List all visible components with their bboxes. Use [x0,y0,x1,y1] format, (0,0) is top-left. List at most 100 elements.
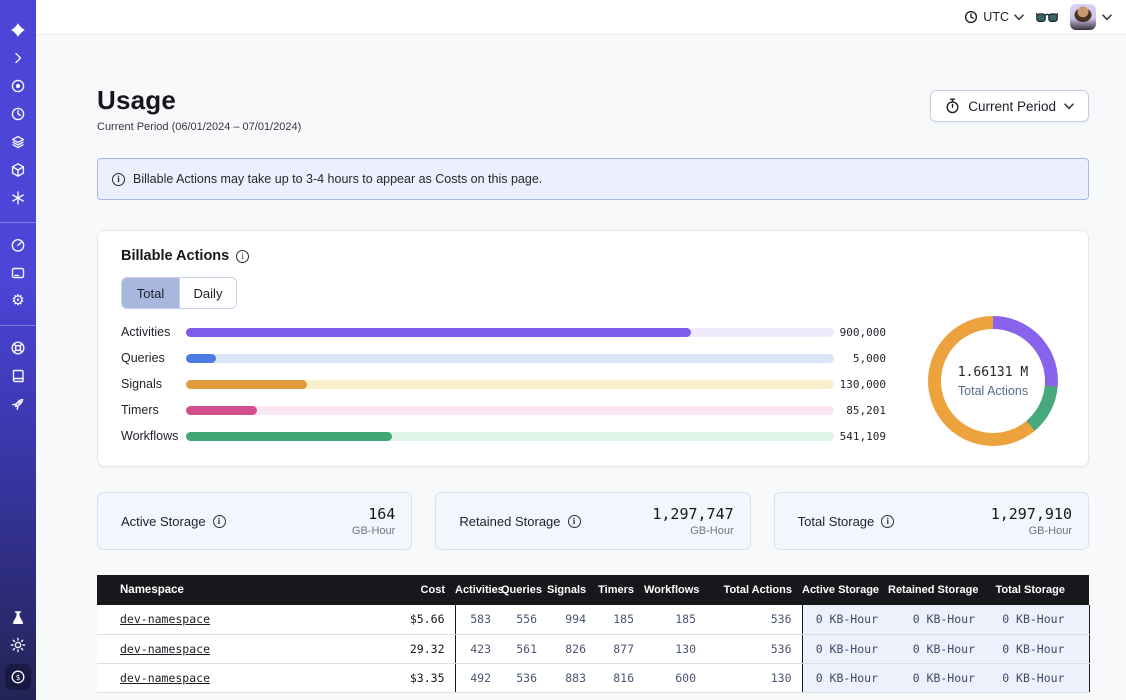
bar-row-signals: Signals130,000 [121,371,889,397]
storage-card-label-text: Active Storage [121,514,206,529]
topbar: UTC [36,0,1126,35]
donut-center: 1.66131 M Total Actions [941,329,1045,433]
dollar-icon[interactable]: $ [5,664,31,690]
billable-actions-title: Billable Actions [121,248,249,264]
total-storage-card: Total Storage 1,297,910 GB-Hour [774,492,1089,550]
bar-row-activities: Activities900,000 [121,319,889,345]
flask-icon[interactable] [10,610,26,626]
table-cell: 536 [501,663,547,692]
temporal-logo-icon[interactable] [10,22,26,38]
info-icon[interactable] [568,515,581,528]
storage-card-value: 1,297,747 [652,505,733,523]
donut-total-value: 1.66131 M [958,365,1028,380]
table-cell: 600 [644,663,706,692]
table-cell: 0 KB-Hour [888,634,985,663]
storage-card-label: Retained Storage [459,514,580,529]
chevron-down-icon [1064,103,1074,110]
table-cell: 0 KB-Hour [802,663,888,692]
gear-icon[interactable]: ⚙ [10,293,26,309]
billable-tabs: TotalDaily [121,277,237,309]
billable-bar-chart: Activities900,000Queries5,000Signals130,… [121,319,889,449]
table-cell: 816 [596,663,644,692]
gauge-icon[interactable] [10,237,26,253]
chevron-right-icon[interactable] [10,50,26,66]
info-icon[interactable] [236,250,249,263]
spiral-icon[interactable] [10,78,26,94]
namespace-link[interactable]: dev-namespace [120,671,210,685]
storage-card-label-text: Retained Storage [459,514,560,529]
table-cell: $5.66 [353,605,455,634]
bar-track [186,406,834,415]
sidebar-divider [0,222,36,223]
namespace-link[interactable]: dev-namespace [120,642,210,656]
column-header-total-storage: Total Storage [985,575,1089,605]
bar-fill [186,406,257,415]
bar-fill [186,432,392,441]
storage-card-unit: GB-Hour [652,525,733,537]
tab-daily[interactable]: Daily [179,278,236,308]
table-row: dev-namespace$3.354925368838166001300 KB… [97,663,1089,692]
bar-track [186,432,834,441]
table-cell: 185 [596,605,644,634]
stopwatch-icon [945,98,960,114]
bar-value: 85,201 [834,404,886,417]
chevron-down-icon [1102,14,1112,21]
table-cell: 185 [644,605,706,634]
account-menu[interactable] [1070,4,1112,30]
table-cell: 994 [547,605,596,634]
retained-storage-card: Retained Storage 1,297,747 GB-Hour [435,492,750,550]
lifebuoy-icon[interactable] [10,340,26,356]
cube-icon[interactable] [10,162,26,178]
tab-total[interactable]: Total [122,278,179,308]
table-cell: 0 KB-Hour [888,605,985,634]
timezone-selector[interactable]: UTC [964,10,1024,24]
usage-table-body: dev-namespace$5.665835569941851855360 KB… [97,605,1089,692]
bar-fill [186,328,691,337]
column-header-active-storage: Active Storage [802,575,888,605]
bar-label: Activities [121,325,186,339]
table-cell: 556 [501,605,547,634]
table-cell: 130 [706,663,802,692]
bar-fill [186,354,216,363]
table-cell: 29.32 [353,634,455,663]
rocket-icon[interactable] [10,396,26,412]
active-storage-card: Active Storage 164 GB-Hour [97,492,412,550]
bar-row-queries: Queries5,000 [121,345,889,371]
info-banner-text: Billable Actions may take up to 3-4 hour… [133,172,542,186]
browser-icon[interactable] [10,265,26,281]
layers-icon[interactable] [10,134,26,150]
storage-card-label: Total Storage [798,514,895,529]
billable-actions-panel: Billable Actions TotalDaily Activities90… [97,230,1089,467]
column-header-workflows: Workflows [644,575,706,605]
storage-card-unit: GB-Hour [352,525,395,537]
donut-total-label: Total Actions [958,384,1028,398]
namespace-link[interactable]: dev-namespace [120,612,210,626]
storage-cards: Active Storage 164 GB-Hour Retained Stor… [97,492,1089,550]
clock-icon[interactable] [10,106,26,122]
column-header-cost: Cost [353,575,455,605]
table-row: dev-namespace29.324235618268771305360 KB… [97,634,1089,663]
period-dropdown-button[interactable]: Current Period [930,90,1089,122]
storage-card-value: 164 [352,505,395,523]
page-title: Usage [97,85,176,116]
bar-label: Workflows [121,429,186,443]
info-icon[interactable] [213,515,226,528]
asterisk-icon[interactable] [10,190,26,206]
avatar [1070,4,1096,30]
table-cell: 0 KB-Hour [802,634,888,663]
table-cell: 877 [596,634,644,663]
column-header-namespace: Namespace [97,575,353,605]
table-cell: 492 [455,663,501,692]
period-dropdown-label: Current Period [968,99,1056,114]
info-icon[interactable] [881,515,894,528]
column-header-queries: Queries [501,575,547,605]
bar-fill [186,380,307,389]
book-icon[interactable] [10,368,26,384]
bar-value: 5,000 [834,352,886,365]
table-cell: 536 [706,634,802,663]
billable-actions-title-text: Billable Actions [121,248,229,264]
chevron-down-icon [1014,14,1024,21]
glasses-icon[interactable] [1036,11,1058,24]
sun-icon[interactable] [10,637,26,653]
bar-track [186,354,834,363]
